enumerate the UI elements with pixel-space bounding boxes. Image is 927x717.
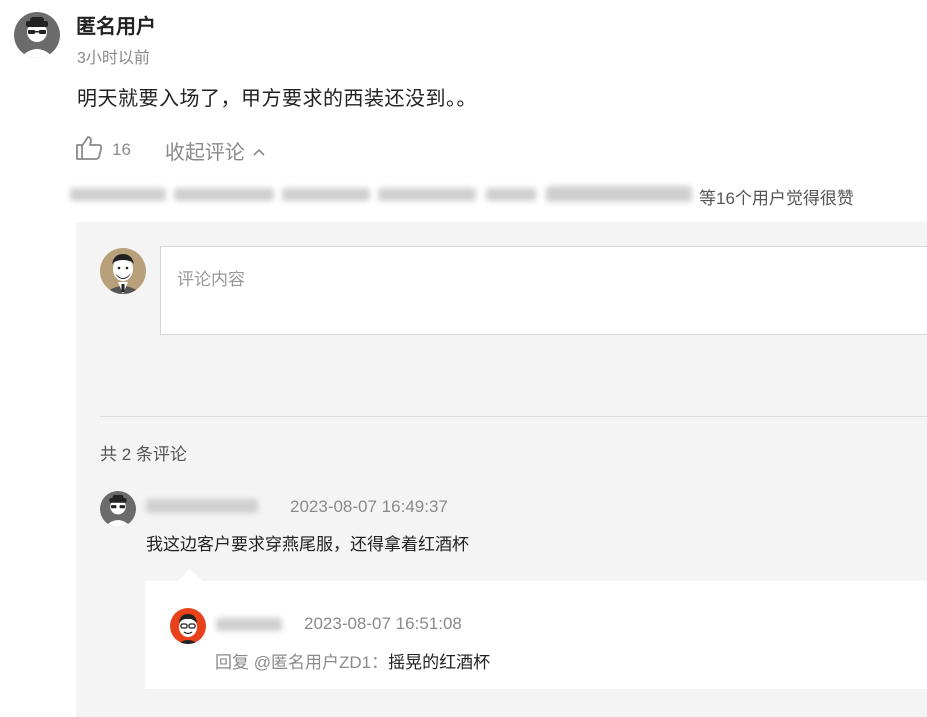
reply-text: 回复 @匿名用户ZD1：摇晃的红酒杯 xyxy=(215,648,490,673)
post-timestamp: 3小时以前 xyxy=(77,50,150,67)
redacted-name xyxy=(282,188,370,201)
comment-timestamp: 2023-08-07 16:49:37 xyxy=(290,497,448,516)
like-count: 16 xyxy=(112,140,131,159)
post-content: 明天就要入场了，甲方要求的西装还没到。。 xyxy=(77,88,477,110)
reply-timestamp: 2023-08-07 16:51:08 xyxy=(304,614,462,633)
comment-editor xyxy=(160,246,927,335)
replier-avatar[interactable] xyxy=(170,608,206,644)
redacted-name xyxy=(378,188,476,201)
current-user-avatar xyxy=(100,248,146,294)
chevron-up-icon xyxy=(245,139,265,162)
divider xyxy=(100,416,927,417)
reply-to-mention[interactable]: 回复 @匿名用户ZD1： xyxy=(215,653,388,672)
commenter-name-redacted[interactable] xyxy=(146,499,258,513)
reply-caret xyxy=(178,569,202,581)
collapse-comments-label: 收起评论 xyxy=(164,141,245,164)
replier-name-redacted[interactable] xyxy=(216,618,282,631)
comment-count: 共 2 条评论 xyxy=(100,445,187,464)
likers-summary: 等16个用户觉得很赞 xyxy=(699,189,854,208)
post-author-name[interactable]: 匿名用户 xyxy=(76,10,156,39)
redacted-name xyxy=(486,188,536,201)
redacted-name xyxy=(174,188,274,201)
commenter-avatar[interactable] xyxy=(100,491,136,527)
post-actions: 16 收起评论 xyxy=(74,134,265,166)
thumbs-up-icon xyxy=(74,133,104,168)
reply-content: 摇晃的红酒杯 xyxy=(388,653,491,672)
comment-input[interactable] xyxy=(161,247,927,334)
like-button[interactable]: 16 xyxy=(74,133,131,168)
post-author-avatar[interactable] xyxy=(14,12,60,58)
redacted-name xyxy=(546,186,692,202)
comment-content: 我这边客户要求穿燕尾服，还得拿着红酒杯 xyxy=(146,535,469,554)
collapse-comments-button[interactable]: 收起评论 xyxy=(165,136,265,165)
redacted-name xyxy=(70,188,166,201)
